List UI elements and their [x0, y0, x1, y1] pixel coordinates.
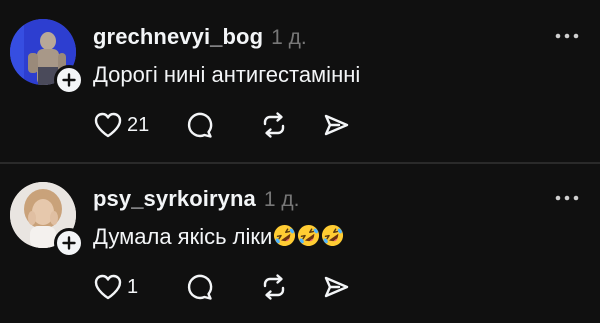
- post-text: Дорогі нині антигестамінні: [93, 62, 360, 88]
- share-button[interactable]: [322, 110, 350, 140]
- post-text-content: Думала якісь ліки: [93, 224, 273, 249]
- share-button[interactable]: [322, 272, 350, 302]
- like-count: 21: [127, 113, 150, 136]
- plus-icon: [62, 236, 76, 250]
- repost-icon: [263, 112, 285, 138]
- avatar-container[interactable]: [10, 182, 84, 258]
- comment-icon: [187, 112, 213, 138]
- post-text-content: Дорогі нині антигестамінні: [93, 62, 361, 87]
- send-icon: [324, 114, 349, 136]
- reply-button[interactable]: [186, 272, 260, 302]
- rolling-on-floor-laughing-emoji-icon: [322, 224, 344, 247]
- repost-button[interactable]: [260, 272, 322, 302]
- follow-badge[interactable]: [54, 228, 84, 258]
- username[interactable]: grechnevyi_bog: [93, 24, 263, 50]
- post-text: Думала якісь ліки: [93, 224, 344, 250]
- post-header: psy_syrkoiryna 1 д.: [93, 186, 299, 212]
- repost-icon: [263, 274, 285, 300]
- action-bar: 21: [93, 110, 350, 140]
- rolling-on-floor-laughing-emoji-icon: [274, 224, 296, 247]
- reply-button[interactable]: [186, 110, 260, 140]
- plus-icon: [62, 73, 76, 87]
- more-options-icon[interactable]: [554, 193, 580, 203]
- repost-button[interactable]: [260, 110, 322, 140]
- like-count: 1: [127, 275, 139, 298]
- like-button[interactable]: 21: [93, 110, 186, 140]
- heart-icon: [94, 274, 122, 300]
- avatar-container[interactable]: [10, 19, 84, 95]
- rolling-on-floor-laughing-emoji-icon: [298, 224, 320, 247]
- timestamp: 1 д.: [263, 188, 300, 211]
- emoji-group: [273, 224, 344, 247]
- heart-icon: [94, 112, 122, 138]
- comment-post: psy_syrkoiryna 1 д. Думала якісь ліки 1: [0, 164, 600, 323]
- more-options-icon[interactable]: [554, 31, 580, 41]
- send-icon: [324, 276, 349, 298]
- post-header: grechnevyi_bog 1 д.: [93, 24, 307, 50]
- username[interactable]: psy_syrkoiryna: [93, 186, 256, 212]
- follow-badge[interactable]: [54, 65, 84, 95]
- comment-icon: [187, 274, 213, 300]
- comment-post: grechnevyi_bog 1 д. Дорогі нині антигест…: [0, 0, 600, 162]
- action-bar: 1: [93, 272, 350, 302]
- like-button[interactable]: 1: [93, 272, 186, 302]
- timestamp: 1 д.: [271, 26, 307, 49]
